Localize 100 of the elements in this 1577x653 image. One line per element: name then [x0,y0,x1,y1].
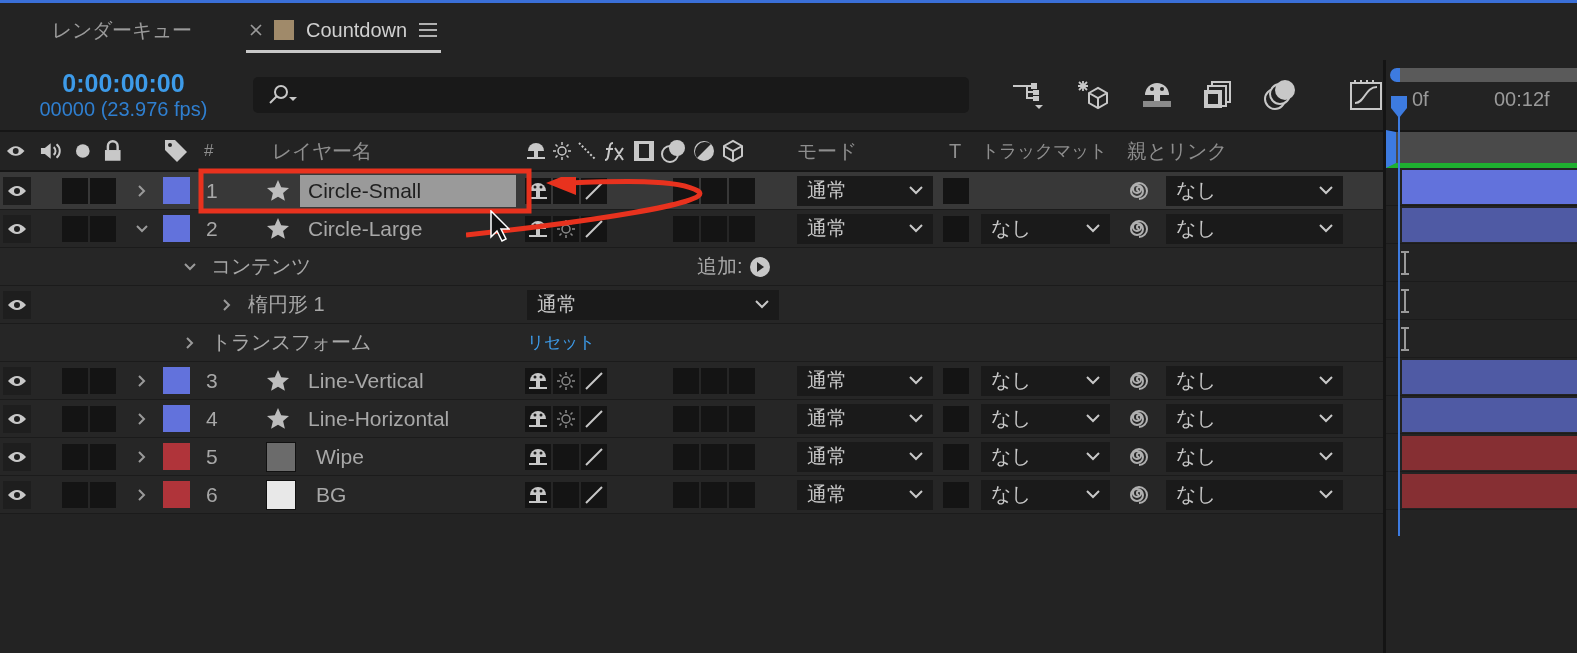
tag-icon[interactable] [163,138,189,164]
switch-toggle[interactable] [701,177,727,204]
stacked-circles-icon[interactable] [661,139,687,163]
property-name: トランスフォーム [211,330,372,355]
layer-duration-bar[interactable] [1402,397,1577,432]
quality-switch[interactable] [581,481,607,508]
label-swatch[interactable] [163,443,190,470]
chevron-down-icon [1319,224,1333,233]
label-swatch[interactable] [163,215,190,242]
lock-icon[interactable] [104,140,122,162]
shy-switch[interactable] [525,367,551,394]
sun-icon[interactable] [553,142,571,160]
preserve-transparency-toggle[interactable] [943,177,969,204]
layer-name[interactable]: BG [308,478,355,511]
film-stack-icon[interactable] [1203,80,1233,110]
quality-switch[interactable] [581,443,607,470]
shy-switch[interactable] [525,443,551,470]
layer-name[interactable]: Wipe [308,440,372,473]
star-icon [266,368,290,393]
solo-dot-icon[interactable] [74,143,91,159]
raster-switch[interactable] [553,405,579,432]
play-icon[interactable] [748,255,771,278]
menu-icon[interactable] [419,23,438,37]
playhead[interactable] [1390,96,1408,536]
current-timecode[interactable]: 0:00:00:00 [62,69,185,98]
reset-link[interactable]: リセット [527,331,595,354]
shy-switch[interactable] [525,405,551,432]
parent-dropdown[interactable]: なし [1166,403,1343,434]
quality-switch[interactable] [581,367,607,394]
chevron-down-icon [909,224,923,233]
layer-number: 6 [206,482,218,507]
label-swatch[interactable] [163,177,190,204]
layer-duration-bar[interactable] [1402,207,1577,242]
number-header: # [204,141,214,161]
parent-dropdown[interactable]: なし [1166,213,1343,244]
eye-icon[interactable] [3,442,31,471]
label-swatch[interactable] [163,405,190,432]
label-swatch[interactable] [163,367,190,394]
solo-toggle[interactable] [90,177,116,204]
eye-icon[interactable] [3,290,31,319]
mode-dropdown[interactable]: 通常 [797,213,933,244]
mode-dropdown[interactable]: 通常 [797,365,933,396]
graph-editor-icon[interactable] [1349,79,1383,111]
mode-dropdown[interactable]: 通常 [797,479,933,510]
mode-dropdown[interactable]: 通常 [797,441,933,472]
track-matte-dropdown[interactable]: なし [981,365,1110,396]
quality-switch[interactable] [581,405,607,432]
layer-duration-bar[interactable] [1402,359,1577,394]
timeline-header-bar[interactable] [1386,130,1577,168]
eye-icon[interactable] [3,176,31,205]
fx-icon[interactable] [603,139,627,163]
eye-icon[interactable] [6,144,26,158]
layer-duration-bar[interactable] [1402,169,1577,204]
layer-number: 3 [206,368,218,393]
film-icon[interactable] [633,140,655,162]
layer-number: 2 [206,216,218,241]
layer-name[interactable]: Line-Horizontal [300,402,458,435]
layer-name-header[interactable]: レイヤー名 [272,137,372,165]
track-matte-dropdown[interactable]: なし [981,479,1110,510]
panel-tab[interactable]: レンダーキュー [48,10,196,53]
parent-dropdown[interactable]: なし [1166,175,1343,206]
parent-dropdown[interactable]: なし [1166,479,1343,510]
sparkle-cube-icon[interactable] [1075,79,1111,111]
time-ruler-label: 0f [1412,88,1429,111]
mode-dropdown[interactable]: 通常 [797,403,933,434]
eye-icon[interactable] [3,366,31,395]
mode-dropdown[interactable]: 通常 [797,175,933,206]
eye-icon[interactable] [3,480,31,509]
frame-info: 00000 (23.976 fps) [39,98,208,121]
raster-switch[interactable] [553,367,579,394]
half-circle-icon[interactable] [693,140,715,162]
switch-toggle[interactable] [729,177,755,204]
close-icon[interactable] [250,24,262,36]
parent-dropdown[interactable]: なし [1166,441,1343,472]
audio-toggle[interactable] [62,177,88,204]
track-matte-dropdown[interactable]: なし [981,403,1110,434]
eye-icon[interactable] [3,214,31,243]
time-ruler-label: 00:12f [1494,88,1550,111]
layer-name[interactable]: Line-Vertical [300,364,432,397]
shy-icon[interactable] [525,141,547,161]
panel-tab[interactable]: Countdown [246,10,442,53]
track-matte-dropdown[interactable]: なし [981,213,1110,244]
stacked-circles-icon[interactable] [1263,79,1297,111]
search-field[interactable] [252,77,969,113]
layer-name[interactable]: Circle-Large [300,212,431,245]
track-matte-dropdown[interactable]: なし [981,441,1110,472]
label-swatch[interactable] [163,481,190,508]
layer-number: 5 [206,444,218,469]
blend-mode-dropdown[interactable]: 通常 [527,289,779,320]
eye-icon[interactable] [3,404,31,433]
flowchart-icon[interactable] [1011,80,1045,110]
layer-number: 1 [206,178,218,203]
shy-switch[interactable] [525,481,551,508]
layer-name[interactable]: Circle-Small [300,174,516,207]
shape-name: 楕円形 1 [248,292,326,317]
speaker-icon[interactable] [39,140,61,162]
parent-dropdown[interactable]: なし [1166,365,1343,396]
cube-icon[interactable] [721,139,745,163]
shy-icon[interactable] [1141,81,1173,109]
motion-blur-icon[interactable] [577,141,597,161]
